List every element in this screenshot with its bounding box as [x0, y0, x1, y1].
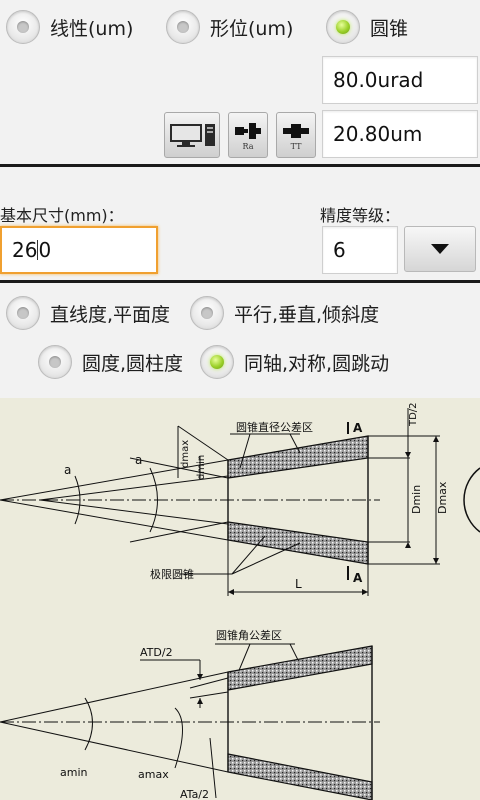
- triangle-down-icon: [431, 244, 449, 254]
- radio-parallel[interactable]: 平行,垂直,倾斜度: [190, 296, 379, 330]
- angle-result-field[interactable]: 80.0urad: [322, 56, 478, 104]
- basic-size-value-a: 26: [12, 238, 38, 262]
- radio-roundness-label: 圆度,圆柱度: [82, 352, 184, 375]
- label-limit-cone: 极限圆锥: [150, 567, 194, 581]
- radio-cone-label: 圆锥: [370, 17, 409, 40]
- label-length: L: [295, 577, 302, 591]
- label-alpha-mid: a: [135, 453, 142, 467]
- tolerance-label: TT: [290, 142, 302, 151]
- lower-zone-bottom: [227, 753, 373, 800]
- radio-linear[interactable]: 线性(um): [6, 10, 133, 44]
- radio-form-position[interactable]: 形位(um): [166, 10, 293, 44]
- label-alpha-left: a: [64, 463, 71, 477]
- label-section-a-bottom: A: [353, 571, 363, 585]
- precision-dropdown-button[interactable]: [404, 226, 476, 272]
- label-zone-diameter: 圆锥直径公差区: [236, 420, 313, 434]
- radio-linear-label: 线性(um): [50, 17, 134, 40]
- label-ata-half: ATa/2: [180, 788, 209, 800]
- tolerance-icon: [283, 124, 309, 138]
- upper-zone-top: [227, 435, 369, 479]
- roughness-label: Ra: [242, 142, 254, 151]
- radio-circle: [38, 345, 72, 379]
- upper-zone-bottom: [227, 521, 369, 565]
- computer-icon: [170, 124, 215, 147]
- basic-size-input[interactable]: 26 0: [0, 226, 158, 274]
- precision-label: 精度等级：: [320, 206, 401, 225]
- radio-circle: [326, 10, 360, 44]
- roughness-button[interactable]: Ra: [228, 112, 268, 158]
- precision-field[interactable]: 6: [322, 226, 398, 274]
- diameter-result-value: 20.80um: [333, 122, 423, 146]
- radio-coaxial-label: 同轴,对称,圆跳动: [244, 352, 390, 375]
- roughness-icon: [235, 123, 261, 139]
- cone-diagram-svg: 圆锥直径公差区 A A TD/2 dmax dmin Dmin Dmax 极限圆…: [0, 402, 480, 800]
- label-Dmin: Dmin: [410, 485, 423, 514]
- radio-straightness-label: 直线度,平面度: [50, 303, 171, 326]
- radio-parallel-label: 平行,垂直,倾斜度: [234, 303, 380, 326]
- diameter-result-field[interactable]: 20.80um: [322, 110, 478, 158]
- basic-size-label: 基本尺寸(mm)：: [0, 206, 124, 225]
- label-td-half: TD/2: [408, 402, 419, 427]
- precision-value: 6: [333, 238, 346, 262]
- radio-coaxial[interactable]: 同轴,对称,圆跳动: [200, 345, 389, 379]
- divider-top: [0, 164, 480, 167]
- label-Dmax: Dmax: [436, 481, 449, 514]
- lower-zone-top: [227, 645, 373, 691]
- label-section-a-top: A: [353, 421, 363, 435]
- basic-size-value-b: 0: [38, 238, 52, 262]
- radio-circle: [190, 296, 224, 330]
- cone-tolerance-diagram: 圆锥直径公差区 A A TD/2 dmax dmin Dmin Dmax 极限圆…: [0, 398, 480, 800]
- divider-middle: [0, 280, 480, 283]
- angle-result-value: 80.0urad: [333, 68, 424, 92]
- label-dmin: dmin: [196, 455, 207, 480]
- tolerance-button[interactable]: TT: [276, 112, 316, 158]
- radio-form-position-label: 形位(um): [210, 17, 294, 40]
- label-alpha-max: amax: [138, 768, 169, 781]
- radio-circle: [166, 10, 200, 44]
- radio-roundness[interactable]: 圆度,圆柱度: [38, 345, 183, 379]
- radio-straightness[interactable]: 直线度,平面度: [6, 296, 170, 330]
- label-dmax: dmax: [180, 440, 191, 468]
- label-zone-angle: 圆锥角公差区: [216, 628, 282, 642]
- computer-button[interactable]: [164, 112, 220, 158]
- label-atd-half: ATD/2: [140, 646, 173, 659]
- radio-circle: [6, 10, 40, 44]
- radio-circle: [200, 345, 234, 379]
- radio-circle: [6, 296, 40, 330]
- label-alpha-min: amin: [60, 766, 88, 779]
- radio-cone[interactable]: 圆锥: [326, 10, 408, 44]
